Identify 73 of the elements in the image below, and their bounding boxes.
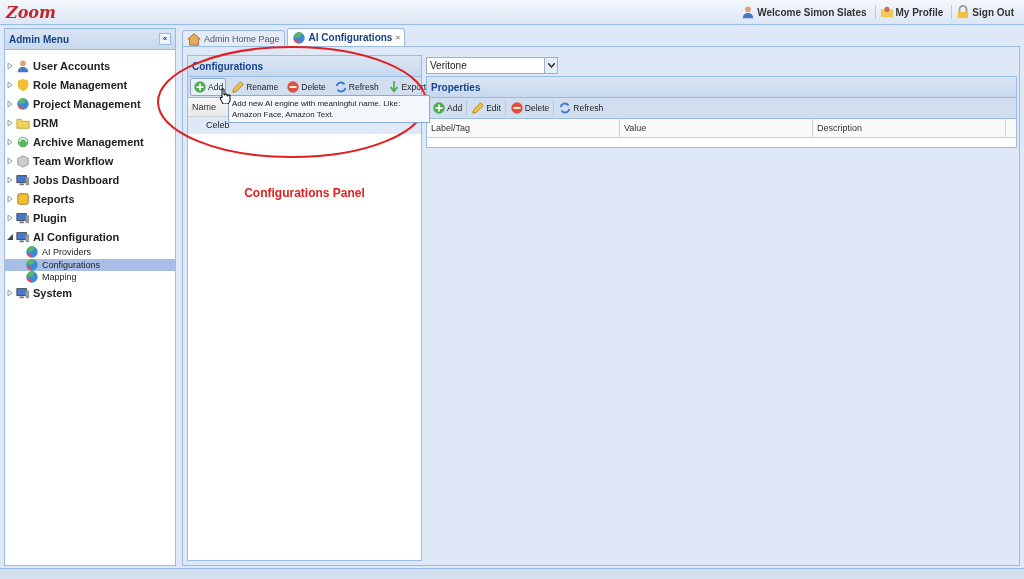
profile-icon	[879, 5, 894, 19]
panel-title: Admin Menu	[9, 33, 69, 45]
menu-item[interactable]: Reports	[5, 189, 175, 208]
menu-item[interactable]: Archive Management	[5, 132, 175, 151]
collapse-icon[interactable]: «	[159, 33, 171, 45]
engine-dropdown[interactable]: Veritone	[426, 57, 558, 74]
panel-title: Configurations	[192, 60, 264, 72]
menu-item[interactable]: Team Workflow	[5, 151, 175, 170]
collapsed-triangle-icon[interactable]	[7, 81, 13, 88]
collapsed-triangle-icon[interactable]	[7, 176, 13, 183]
menu-item[interactable]: User Accounts	[5, 56, 175, 75]
edit-button[interactable]: Edit	[468, 99, 504, 117]
menu-item[interactable]: AI Providers	[5, 246, 175, 259]
globe-icon	[291, 30, 306, 45]
add-icon	[432, 101, 446, 115]
add-icon	[193, 80, 207, 94]
refresh-icon	[333, 80, 348, 94]
tab[interactable]: Admin Home Page	[182, 30, 285, 46]
lock-icon	[956, 5, 971, 19]
close-icon[interactable]: ×	[395, 33, 401, 42]
menu-item[interactable]: System	[5, 283, 175, 303]
monitor-icon	[16, 229, 30, 244]
globe-icon	[25, 270, 39, 285]
refresh-button[interactable]: Refresh	[330, 78, 382, 96]
globe-icon	[25, 245, 39, 260]
menu-item[interactable]: Jobs Dashboard	[5, 170, 175, 189]
globe-icon	[16, 96, 30, 111]
header-link[interactable]: Sign Out	[951, 5, 1018, 19]
menu-item[interactable]: Role Management	[5, 75, 175, 94]
collapsed-triangle-icon[interactable]	[7, 119, 13, 126]
header-link[interactable]: My Profile	[874, 5, 948, 19]
user-icon	[741, 5, 756, 19]
delete-icon	[286, 80, 301, 94]
annotation-label: Configurations Panel	[244, 186, 365, 200]
monitor-icon	[16, 286, 30, 300]
hand-cursor-icon	[219, 88, 231, 104]
header-link[interactable]: Welcome Simon Slates	[737, 5, 871, 19]
column-header[interactable]: Value	[620, 119, 813, 137]
refresh-button[interactable]: Refresh	[555, 99, 607, 117]
expanded-triangle-icon[interactable]	[7, 233, 13, 240]
tooltip: Add new AI engine with meaningful name. Like: Amazon Face, Amazon Text.	[228, 95, 430, 123]
home-icon	[187, 31, 201, 46]
delete-icon	[509, 101, 524, 115]
menu-item[interactable]: Plugin	[5, 208, 175, 227]
menu-item[interactable]: Project Management	[5, 94, 175, 113]
delete-button[interactable]: Delete	[506, 99, 553, 117]
collapsed-triangle-icon[interactable]	[7, 195, 13, 202]
collapsed-triangle-icon[interactable]	[7, 290, 13, 296]
menu-item[interactable]: Configurations	[5, 258, 175, 271]
column-header[interactable]: Description	[813, 119, 1006, 137]
box-icon	[16, 153, 30, 168]
globe-icon	[25, 257, 39, 272]
logo: Zoom	[6, 2, 56, 22]
menu-item[interactable]: DRM	[5, 113, 175, 132]
collapsed-triangle-icon[interactable]	[7, 100, 13, 107]
refresh-icon	[558, 101, 573, 115]
pencil-icon	[471, 101, 486, 115]
shield-icon	[16, 77, 30, 92]
monitor-icon	[16, 210, 30, 225]
panel-title: Properties	[431, 81, 481, 93]
user-icon	[16, 58, 30, 73]
report-icon	[16, 191, 30, 206]
collapsed-triangle-icon[interactable]	[7, 214, 13, 221]
archive-icon	[16, 134, 30, 149]
menu-item[interactable]: Mapping	[5, 271, 175, 284]
add-button[interactable]: Add	[190, 78, 227, 96]
tab[interactable]: AI Configurations ×	[286, 28, 406, 46]
collapsed-triangle-icon[interactable]	[7, 62, 13, 69]
collapsed-triangle-icon[interactable]	[7, 138, 13, 145]
edit-button[interactable]: Rename	[228, 78, 282, 96]
menu-item[interactable]: AI Configuration	[5, 227, 175, 246]
collapsed-triangle-icon[interactable]	[7, 157, 13, 164]
monitor-icon	[16, 172, 30, 187]
